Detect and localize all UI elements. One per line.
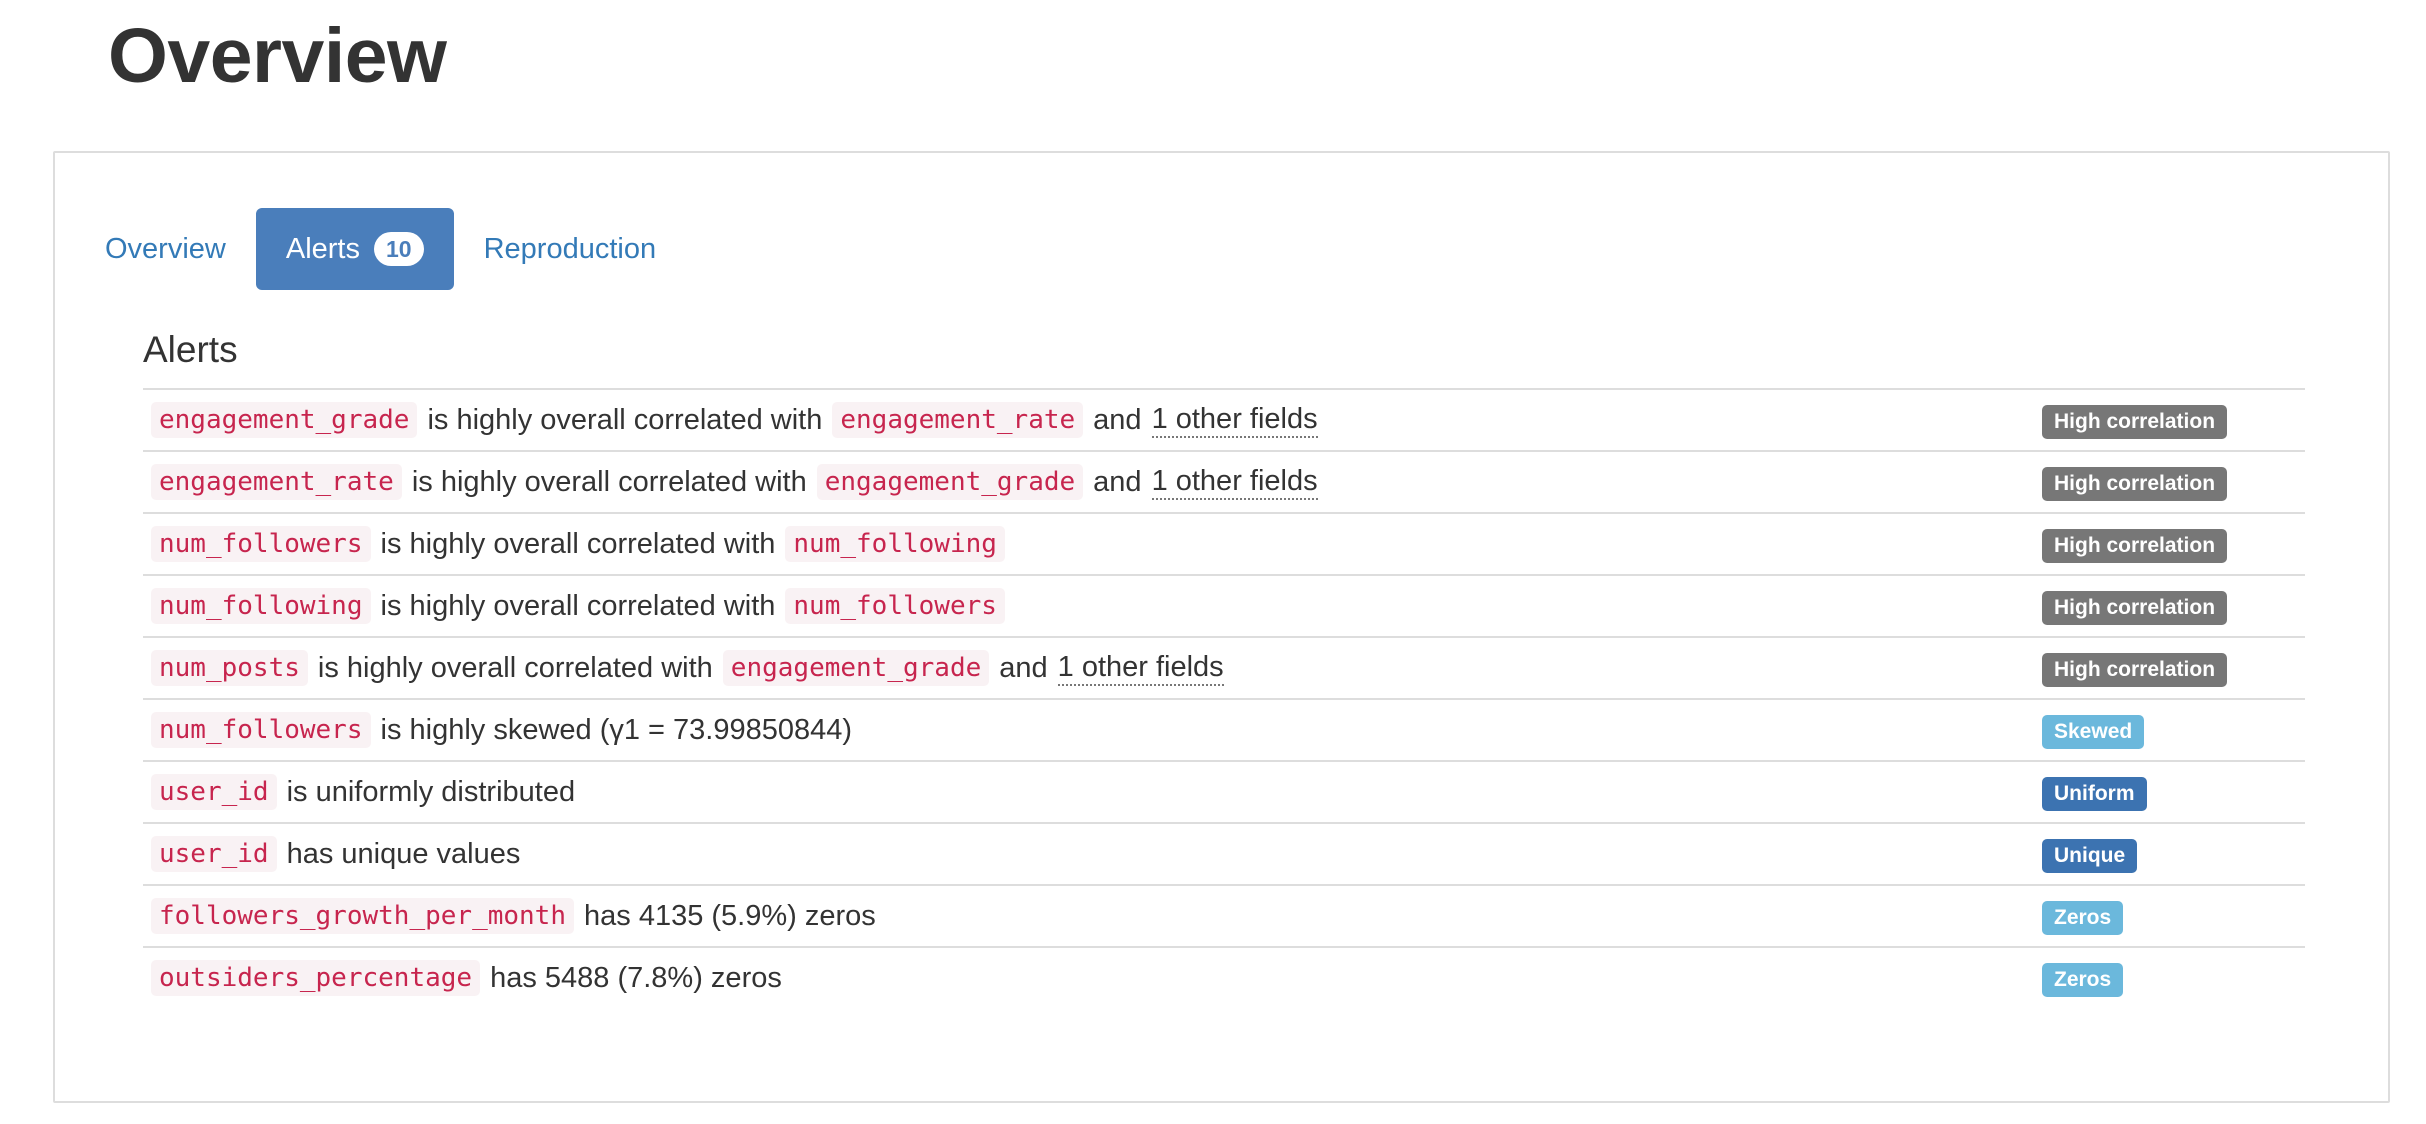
alert-row: outsiders_percentage has 5488 (7.8%) zero… <box>143 946 2305 1008</box>
overview-panel: Overview Alerts 10 Reproduction Alerts e… <box>53 151 2390 1103</box>
alert-text: followers_growth_per_month has 4135 (5.9%… <box>151 886 876 946</box>
alert-and-text: and <box>999 651 1048 684</box>
alert-description: is highly overall correlated with <box>380 527 776 560</box>
tab-overview[interactable]: Overview <box>75 208 256 290</box>
alert-and-text: and <box>1093 403 1142 436</box>
alert-type-badge: Zeros <box>2042 963 2124 997</box>
alert-target-field[interactable]: engagement_grade <box>722 650 990 686</box>
alert-row: num_posts is highly overall correlated wi… <box>143 636 2305 698</box>
alert-field-name[interactable]: engagement_grade <box>151 402 418 438</box>
alert-text: engagement_grade is highly overall correl… <box>151 390 1318 450</box>
alert-type-badge: High correlation <box>2042 467 2228 501</box>
alert-description: is highly overall correlated with <box>411 465 807 498</box>
alert-type-badge: High correlation <box>2042 405 2228 439</box>
alert-field-name[interactable]: outsiders_percentage <box>151 960 481 996</box>
alert-text: num_following is highly overall correlate… <box>151 576 1005 636</box>
alert-and-text: and <box>1093 465 1142 498</box>
tab-overview-label: Overview <box>105 232 226 265</box>
alert-target-field[interactable]: num_following <box>785 526 1005 562</box>
other-fields-link[interactable]: 1 other fields <box>1057 651 1224 686</box>
alert-row: user_id is uniformly distributed Uniform <box>143 760 2305 822</box>
alert-field-name[interactable]: user_id <box>151 774 277 810</box>
alert-description: is uniformly distributed <box>286 775 576 808</box>
alert-description: has 4135 (5.9%) zeros <box>584 899 876 932</box>
alert-description: is highly skewed (γ1 = 73.99850844) <box>380 713 853 746</box>
alert-description: has unique values <box>286 837 521 870</box>
alert-row: num_followers is highly skewed (γ1 = 73.9… <box>143 698 2305 760</box>
alert-field-name[interactable]: num_followers <box>151 526 371 562</box>
alerts-count-badge: 10 <box>374 232 424 266</box>
alert-text: num_followers is highly overall correlate… <box>151 514 1005 574</box>
alert-row: engagement_rate is highly overall correla… <box>143 450 2305 512</box>
alert-description: is highly overall correlated with <box>380 589 776 622</box>
alerts-table: engagement_gradeis highly overall correl… <box>143 388 2305 1008</box>
alert-description: is highly overall correlated with <box>317 651 713 684</box>
alert-text: outsiders_percentage has 5488 (7.8%) zero… <box>151 948 782 1008</box>
alert-text: user_id is uniformly distributed <box>151 762 575 822</box>
tab-reproduction[interactable]: Reproduction <box>454 208 687 290</box>
alert-row: followers_growth_per_month has 4135 (5.9%… <box>143 884 2305 946</box>
alert-description: is highly overall correlated with <box>427 403 823 436</box>
tab-bar: Overview Alerts 10 Reproduction <box>75 208 686 290</box>
alert-row: num_following is highly overall correlate… <box>143 574 2305 636</box>
other-fields-link[interactable]: 1 other fields <box>1151 465 1318 500</box>
alert-type-badge: High correlation <box>2042 591 2228 625</box>
alert-type-badge: Zeros <box>2042 901 2124 935</box>
alert-field-name[interactable]: user_id <box>151 836 277 872</box>
alert-row: user_id has unique values Unique <box>143 822 2305 884</box>
tab-alerts[interactable]: Alerts 10 <box>255 208 454 290</box>
alert-field-name[interactable]: engagement_rate <box>151 464 402 500</box>
alert-target-field[interactable]: num_followers <box>785 588 1005 624</box>
alert-type-badge: Uniform <box>2042 777 2147 811</box>
alert-field-name[interactable]: num_posts <box>151 650 308 686</box>
alert-type-badge: Skewed <box>2042 715 2145 749</box>
alert-target-field[interactable]: engagement_rate <box>832 402 1084 438</box>
page-title: Overview <box>108 13 447 99</box>
other-fields-link[interactable]: 1 other fields <box>1151 403 1318 438</box>
alert-description: has 5488 (7.8%) zeros <box>490 961 782 994</box>
alerts-heading: Alerts <box>143 329 238 370</box>
alert-type-badge: Unique <box>2042 839 2138 873</box>
alert-target-field[interactable]: engagement_grade <box>816 464 1084 500</box>
alert-row: num_followers is highly overall correlate… <box>143 512 2305 574</box>
tab-alerts-label: Alerts <box>285 232 360 265</box>
alert-text: user_id has unique values <box>151 824 520 884</box>
alert-type-badge: High correlation <box>2042 653 2228 687</box>
tab-reproduction-label: Reproduction <box>483 232 657 265</box>
alert-field-name[interactable]: num_following <box>151 588 371 624</box>
alert-type-badge: High correlation <box>2042 529 2228 563</box>
alert-text: engagement_rate is highly overall correla… <box>151 452 1318 512</box>
alert-field-name[interactable]: followers_growth_per_month <box>151 898 574 934</box>
alert-text: num_followers is highly skewed (γ1 = 73.9… <box>151 700 852 760</box>
alert-text: num_posts is highly overall correlated wi… <box>151 638 1224 698</box>
alert-field-name[interactable]: num_followers <box>151 712 371 748</box>
alert-row: engagement_grade is highly overall correl… <box>143 388 2305 450</box>
